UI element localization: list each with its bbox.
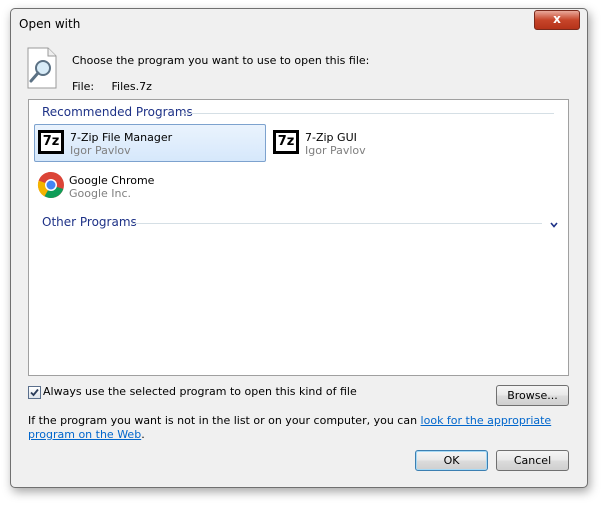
choose-program-prompt: Choose the program you want to use to op… bbox=[72, 54, 370, 67]
header-divider bbox=[132, 223, 542, 224]
help-text: If the program you want is not in the li… bbox=[28, 414, 573, 442]
chrome-icon bbox=[37, 171, 64, 199]
other-programs-title: Other Programs bbox=[42, 215, 137, 229]
file-name: Files.7z bbox=[111, 80, 152, 93]
program-item-7zip-gui[interactable]: 7z 7-Zip GUI Igor Pavlov bbox=[270, 125, 500, 161]
browse-button[interactable]: Browse... bbox=[496, 385, 569, 406]
always-use-label: Always use the selected program to open … bbox=[43, 385, 357, 398]
7zip-icon: 7z bbox=[273, 130, 301, 156]
other-programs-header[interactable]: Other Programs bbox=[42, 215, 558, 231]
program-name: Google Chrome bbox=[69, 174, 155, 187]
close-button[interactable]: x bbox=[534, 10, 580, 30]
recommended-programs-header[interactable]: Recommended Programs bbox=[42, 105, 554, 121]
header-divider bbox=[182, 113, 554, 114]
open-with-dialog: Open with x Choose the program you want … bbox=[10, 8, 588, 488]
ok-button[interactable]: OK bbox=[415, 450, 488, 471]
programs-list[interactable]: Recommended Programs 7z 7-Zip File Manag… bbox=[28, 99, 569, 376]
program-publisher: Igor Pavlov bbox=[70, 144, 131, 157]
always-use-checkbox[interactable] bbox=[28, 386, 41, 399]
program-item-7zip-file-manager[interactable]: 7z 7-Zip File Manager Igor Pavlov bbox=[34, 124, 266, 162]
file-info: File: Files.7z bbox=[72, 80, 152, 93]
title-bar[interactable]: Open with x bbox=[11, 9, 587, 37]
help-text-prefix: If the program you want is not in the li… bbox=[28, 414, 421, 427]
program-publisher: Google Inc. bbox=[69, 187, 132, 200]
program-name: 7-Zip File Manager bbox=[70, 131, 173, 144]
file-search-icon bbox=[27, 47, 57, 89]
program-name: 7-Zip GUI bbox=[305, 131, 357, 144]
file-label: File: bbox=[72, 80, 95, 93]
chevron-down-icon[interactable] bbox=[550, 221, 558, 229]
checkmark-icon bbox=[30, 388, 39, 397]
program-item-google-chrome[interactable]: Google Chrome Google Inc. bbox=[34, 168, 264, 204]
recommended-programs-title: Recommended Programs bbox=[42, 105, 193, 119]
program-publisher: Igor Pavlov bbox=[305, 144, 366, 157]
7zip-icon: 7z bbox=[38, 130, 66, 156]
cancel-button[interactable]: Cancel bbox=[496, 450, 569, 471]
help-text-suffix: . bbox=[141, 428, 145, 441]
dialog-title: Open with bbox=[19, 17, 81, 31]
